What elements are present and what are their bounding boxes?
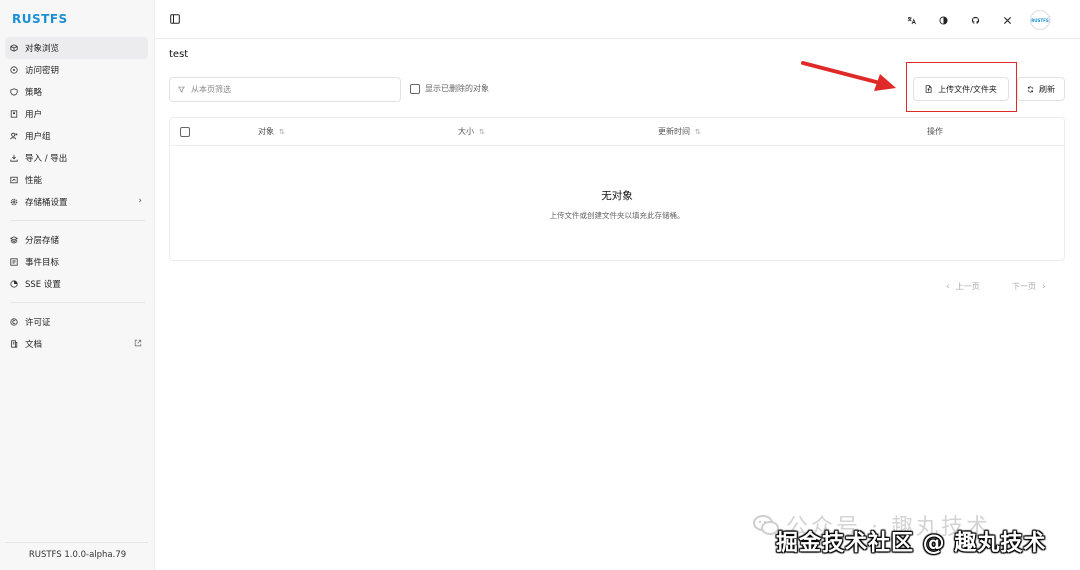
- sidebar-toggle-icon[interactable]: [170, 14, 180, 24]
- sort-icon: ⇅: [479, 127, 485, 136]
- filter-icon: [178, 86, 185, 93]
- watermark-juejin: 掘金技术社区 @ 趣丸技术: [776, 531, 1047, 556]
- sidebar-item-event-targets[interactable]: 事件目标: [5, 251, 148, 273]
- sidebar-item-license[interactable]: 许可证: [5, 311, 148, 333]
- sidebar-item-label: 文档: [25, 340, 43, 350]
- gear-icon: [10, 198, 18, 206]
- sidebar-item-label: 策略: [25, 88, 43, 98]
- sidebar-footer-divider: [5, 542, 148, 543]
- more-menu-icon[interactable]: ⋮: [1046, 15, 1054, 24]
- cube-icon: [10, 44, 18, 52]
- refresh-button-label: 刷新: [1039, 84, 1055, 94]
- show-deleted-toggle[interactable]: 显示已删除的对象: [410, 83, 489, 94]
- sidebar-item-label: 用户: [25, 110, 43, 120]
- chevron-left-icon: ‹: [946, 281, 950, 292]
- sidebar-item-bucket-settings[interactable]: 存储桶设置 ›: [5, 191, 148, 213]
- doc-icon: [10, 340, 18, 348]
- file-upload-icon: [925, 85, 932, 93]
- sidebar-item-label: SSE 设置: [25, 280, 61, 290]
- show-deleted-label: 显示已删除的对象: [425, 84, 489, 93]
- users-icon: [10, 132, 18, 140]
- sidebar-item-label: 事件目标: [25, 258, 60, 268]
- table-header: 对象 ⇅ 大小 ⇅ 更新时间 ⇅ 操作: [170, 118, 1064, 146]
- refresh-button[interactable]: 刷新: [1017, 77, 1065, 101]
- empty-state-description: 上传文件或创建文件夹以填充此存储桶。: [549, 211, 685, 220]
- sidebar-item-import-export[interactable]: 导入 / 导出: [5, 147, 148, 169]
- upload-button-label: 上传文件/文件夹: [938, 84, 997, 94]
- layers-icon: [10, 236, 18, 244]
- refresh-icon: [1027, 86, 1034, 92]
- key-icon: [10, 66, 18, 74]
- prev-page-button[interactable]: ‹ 上一页: [940, 281, 980, 292]
- sidebar-item-object-browser[interactable]: 对象浏览: [5, 37, 148, 59]
- app-version: RUSTFS 1.0.0-alpha.79: [28, 550, 127, 560]
- page-title: test: [169, 49, 189, 60]
- sidebar-item-tiering[interactable]: 分层存储: [5, 229, 148, 251]
- annotation-arrow: [801, 61, 896, 91]
- sidebar-nav: 对象浏览 访问密钥 策略 用户 用户组 导入 / 导出 性能 存储桶设置 › 分…: [5, 37, 148, 355]
- sidebar-item-performance[interactable]: 性能: [5, 169, 148, 191]
- sidebar-item-label: 性能: [25, 176, 43, 186]
- sidebar-item-users[interactable]: 用户: [5, 103, 148, 125]
- show-deleted-checkbox[interactable]: [410, 83, 420, 94]
- lock-icon: [10, 280, 18, 288]
- sidebar-item-user-groups[interactable]: 用户组: [5, 125, 148, 147]
- empty-state-title: 无对象: [601, 190, 633, 202]
- external-link-icon: [134, 339, 142, 347]
- sidebar: RUSTFS 对象浏览 访问密钥 策略 用户 用户组 导入 / 导出 性能 存储…: [0, 0, 155, 570]
- column-header-object[interactable]: 对象 ⇅: [258, 126, 285, 137]
- sidebar-item-docs[interactable]: 文档: [5, 333, 148, 355]
- app-logo[interactable]: RUSTFS: [12, 12, 68, 26]
- top-bar: RUSTFS ⋮: [155, 0, 1080, 39]
- sidebar-item-label: 用户组: [25, 132, 51, 142]
- translate-icon[interactable]: [900, 9, 922, 31]
- sort-icon: ⇅: [695, 127, 701, 136]
- sidebar-item-access-keys[interactable]: 访问密钥: [5, 59, 148, 81]
- shield-icon: [10, 88, 18, 96]
- sidebar-item-label: 存储桶设置: [25, 198, 68, 208]
- filter-input[interactable]: [191, 85, 381, 94]
- select-all-checkbox[interactable]: [180, 127, 190, 137]
- sidebar-item-label: 对象浏览: [25, 44, 60, 54]
- column-header-actions: 操作: [927, 127, 943, 136]
- copyright-icon: [10, 318, 18, 326]
- upload-button[interactable]: 上传文件/文件夹: [913, 77, 1009, 101]
- download-icon: [10, 154, 18, 162]
- chart-icon: [10, 176, 18, 184]
- column-header-updated[interactable]: 更新时间 ⇅: [658, 126, 701, 137]
- theme-icon[interactable]: [932, 9, 954, 31]
- chevron-right-icon: ›: [138, 196, 142, 206]
- objects-table: 对象 ⇅ 大小 ⇅ 更新时间 ⇅ 操作 无对象 上传文件或创建文件夹以填充此存储桶。: [169, 117, 1065, 261]
- target-icon: [10, 258, 18, 266]
- x-icon[interactable]: [996, 9, 1018, 31]
- chevron-right-icon: ›: [1042, 281, 1046, 292]
- top-bar-actions: RUSTFS: [890, 9, 1050, 31]
- column-header-size[interactable]: 大小 ⇅: [458, 126, 485, 137]
- sidebar-item-sse-settings[interactable]: SSE 设置: [5, 273, 148, 295]
- github-icon[interactable]: [964, 9, 986, 31]
- next-page-button[interactable]: 下一页 ›: [1012, 281, 1052, 292]
- sidebar-item-label: 导入 / 导出: [25, 154, 68, 164]
- sidebar-item-label: 分层存储: [25, 236, 60, 246]
- sidebar-divider: [10, 302, 145, 303]
- sort-icon: ⇅: [279, 127, 285, 136]
- sidebar-item-policies[interactable]: 策略: [5, 81, 148, 103]
- sidebar-divider: [10, 220, 145, 221]
- user-icon: [10, 110, 18, 118]
- filter-field[interactable]: [169, 77, 401, 102]
- sidebar-item-label: 许可证: [25, 318, 51, 328]
- sidebar-item-label: 访问密钥: [25, 66, 60, 76]
